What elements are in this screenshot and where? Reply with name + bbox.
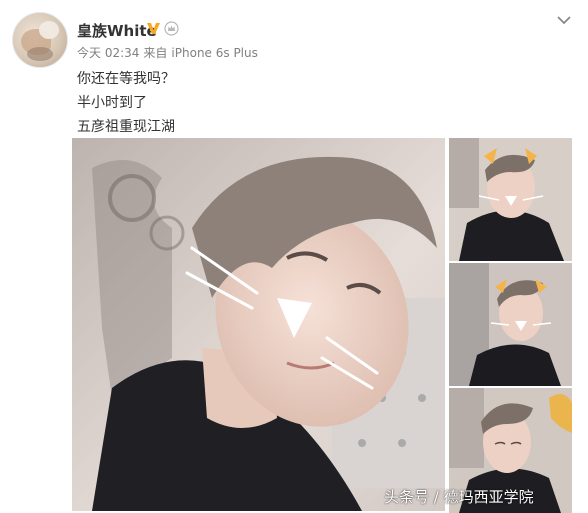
username[interactable]: 皇族White [77, 20, 157, 41]
chevron-down-icon[interactable] [556, 14, 572, 26]
post-text-line-2: 半小时到了 [77, 95, 147, 111]
post-text-line-1: 你还在等我吗？ [77, 71, 175, 87]
post-text-line-3: 五彦祖重现江湖 [77, 119, 175, 135]
photo-main[interactable] [72, 138, 445, 511]
avatar[interactable] [12, 12, 68, 68]
source-prefix: 来自 [143, 46, 168, 60]
crown-icon [164, 21, 179, 36]
post-meta: 今天 02:34 来自 iPhone 6s Plus [77, 44, 262, 61]
photo-thumb-1[interactable] [449, 138, 572, 261]
post-source[interactable]: iPhone 6s Plus [171, 46, 257, 60]
verified-badge-icon [147, 23, 160, 34]
photo-thumb-1-illustration [449, 138, 572, 261]
post-time[interactable]: 今天 02:34 [77, 46, 139, 60]
photo-thumb-2[interactable] [449, 263, 572, 386]
photo-main-illustration [72, 138, 445, 511]
photo-thumb-2-illustration [449, 263, 572, 386]
watermark-text: 头条号 / 德玛西亚学院 [384, 488, 534, 506]
